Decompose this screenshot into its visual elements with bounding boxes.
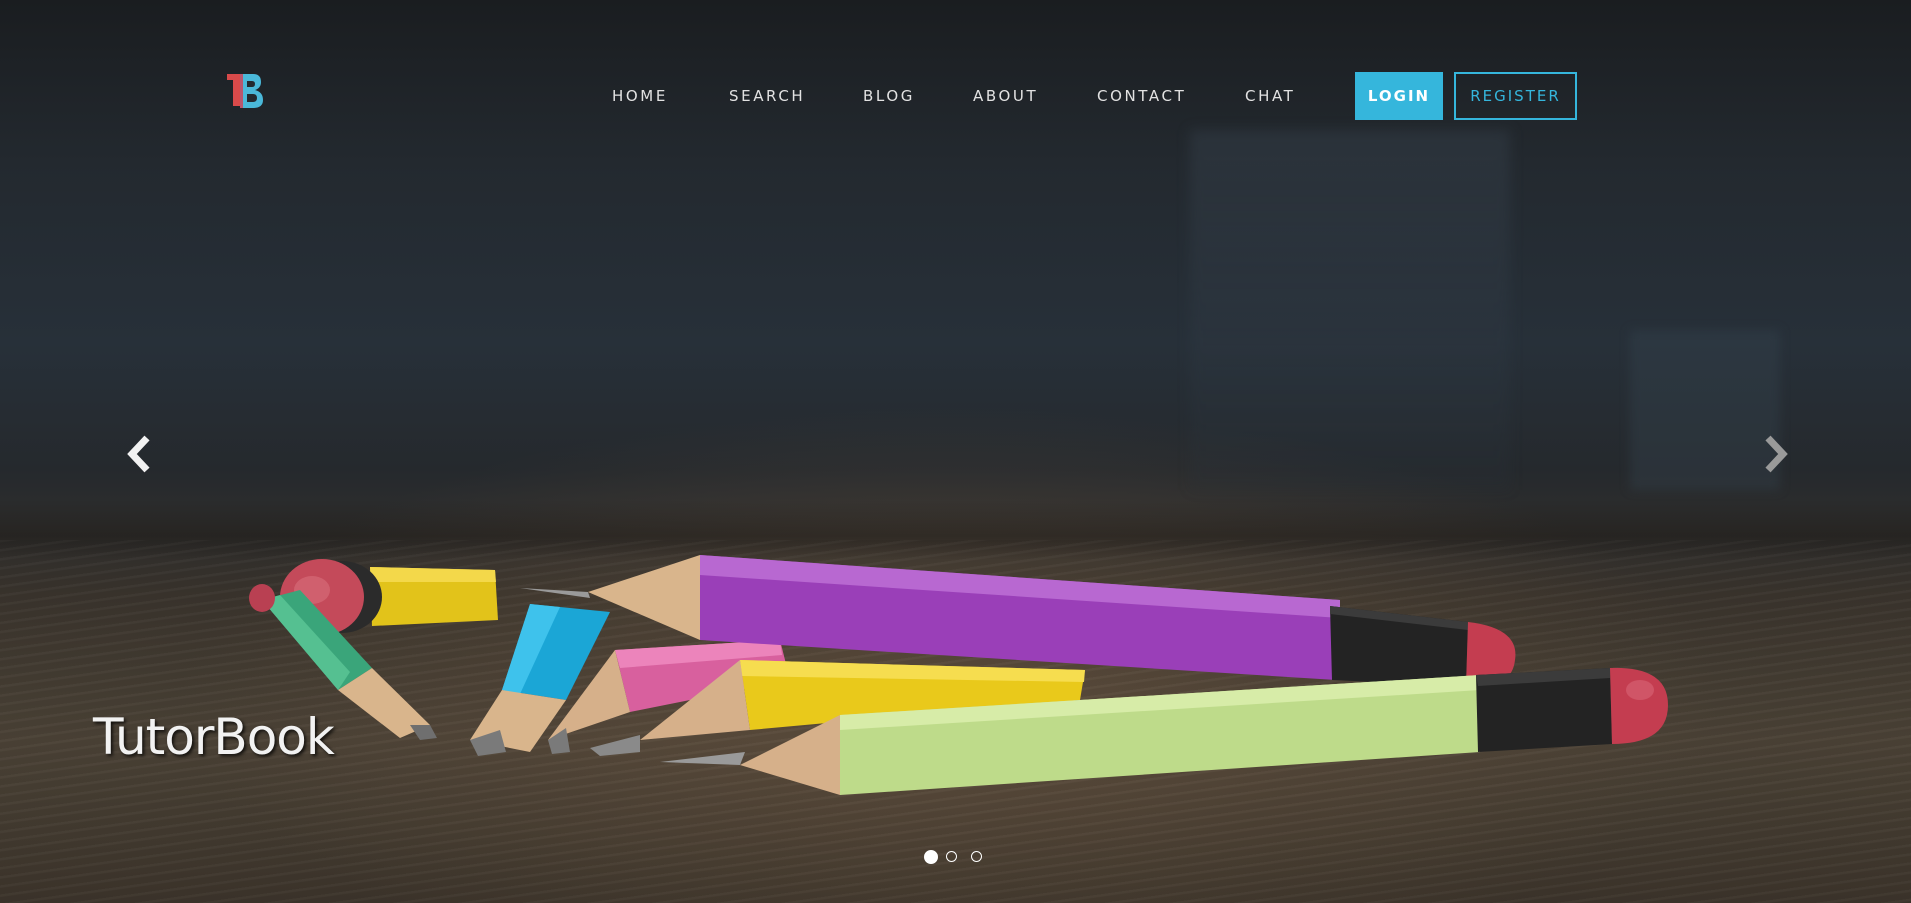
nav-blog[interactable]: BLOG	[863, 72, 915, 120]
hero-carousel: HOME SEARCH BLOG ABOUT CONTACT CHAT LOGI…	[0, 0, 1911, 903]
carousel-dot-3[interactable]	[971, 851, 982, 862]
register-button[interactable]: REGISTER	[1454, 72, 1577, 120]
nav-chat[interactable]: CHAT	[1245, 72, 1295, 120]
login-button[interactable]: LOGIN	[1355, 72, 1443, 120]
nav-search[interactable]: SEARCH	[729, 72, 805, 120]
tb-logo-icon[interactable]	[227, 70, 265, 114]
chevron-right-icon[interactable]	[1760, 434, 1790, 474]
nav-about[interactable]: ABOUT	[973, 72, 1038, 120]
nav-home[interactable]: HOME	[612, 72, 668, 120]
colored-pencils-image	[249, 555, 1668, 795]
carousel-dot-2[interactable]	[946, 851, 957, 862]
blue-pencil	[470, 604, 610, 756]
chevron-left-icon[interactable]	[125, 434, 155, 474]
nav-contact[interactable]: CONTACT	[1097, 72, 1186, 120]
carousel-dot-1[interactable]	[924, 850, 938, 864]
carousel-title: TutorBook	[93, 708, 335, 766]
